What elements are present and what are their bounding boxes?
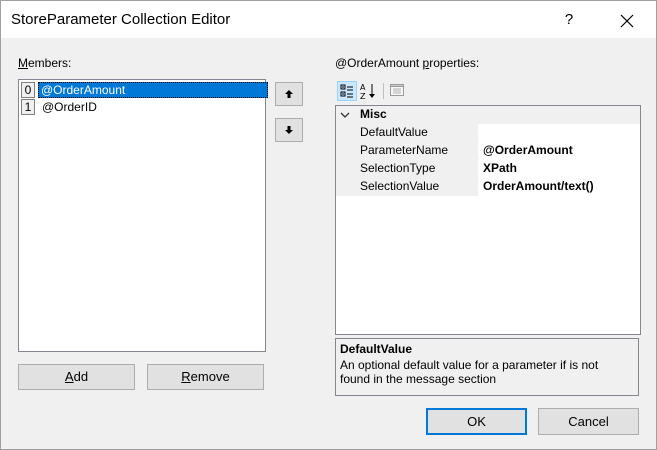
property-row[interactable]: ParameterName @OrderAmount — [336, 142, 640, 160]
property-value[interactable] — [479, 124, 640, 142]
remove-button-label: emove — [190, 369, 230, 384]
property-name: SelectionValue — [356, 178, 478, 196]
members-list[interactable]: 0 @OrderAmount 1 @OrderID — [18, 79, 268, 352]
property-name: ParameterName — [356, 142, 478, 160]
add-button-label: dd — [73, 369, 89, 384]
close-button[interactable] — [608, 1, 646, 38]
property-name: DefaultValue — [356, 124, 478, 142]
close-icon — [620, 14, 634, 28]
member-index: 0 — [21, 82, 35, 98]
svg-text:Z: Z — [360, 92, 366, 101]
svg-text:A: A — [360, 83, 366, 92]
alphabetical-icon: A Z — [360, 83, 375, 101]
ok-button[interactable]: OK — [426, 408, 527, 435]
arrow-down-icon — [285, 126, 293, 134]
list-item[interactable]: 0 @OrderAmount — [21, 82, 268, 98]
category-row-misc[interactable]: Misc — [336, 106, 640, 124]
member-index: 1 — [21, 99, 35, 115]
remove-button[interactable]: Remove — [147, 364, 264, 390]
property-grid[interactable]: Misc DefaultValue ParameterName @OrderAm… — [335, 105, 641, 335]
add-button[interactable]: Add — [18, 364, 135, 390]
property-row[interactable]: DefaultValue — [336, 124, 640, 142]
grid-gutter — [336, 106, 356, 124]
property-value[interactable]: OrderAmount/text() — [479, 178, 640, 196]
categorized-icon — [340, 84, 353, 98]
description-text: An optional default value for a paramete… — [340, 358, 599, 386]
member-name: @OrderAmount — [38, 82, 268, 98]
properties-label: @OrderAmount properties: — [335, 56, 479, 70]
add-button-mnemonic: A — [64, 369, 74, 384]
arrow-up-icon — [285, 90, 293, 98]
property-pages-icon — [390, 84, 404, 96]
description-title: DefaultValue — [340, 342, 413, 356]
property-name: SelectionType — [356, 160, 478, 178]
chevron-down-icon[interactable] — [340, 110, 350, 120]
help-icon: ? — [564, 11, 574, 28]
grid-gutter — [336, 124, 356, 142]
members-label-mnemonic: M — [18, 56, 28, 70]
grid-gutter — [336, 142, 356, 160]
property-pages-button[interactable] — [388, 81, 408, 101]
members-label-text: embers: — [28, 56, 72, 70]
cancel-button[interactable]: Cancel — [538, 408, 639, 435]
property-value[interactable]: XPath — [479, 160, 640, 178]
categorized-button[interactable] — [337, 81, 357, 101]
collection-editor-dialog: StoreParameter Collection Editor ? Membe… — [0, 0, 657, 450]
alphabetical-button[interactable]: A Z — [359, 81, 379, 101]
help-button[interactable]: ? — [553, 1, 585, 38]
list-item[interactable]: 1 @OrderID — [21, 99, 265, 115]
move-up-button[interactable] — [275, 82, 303, 106]
property-grid-toolbar: A Z — [335, 79, 640, 103]
toolbar-separator — [383, 83, 384, 99]
category-label: Misc — [356, 106, 640, 124]
description-panel: DefaultValue An optional default value f… — [335, 338, 639, 396]
title-bar: StoreParameter Collection Editor ? — [1, 1, 656, 38]
move-down-button[interactable] — [275, 118, 303, 142]
property-row[interactable]: SelectionValue OrderAmount/text() — [336, 178, 640, 196]
grid-gutter — [336, 178, 356, 196]
dialog-title: StoreParameter Collection Editor — [11, 11, 231, 28]
grid-gutter — [336, 160, 356, 178]
properties-label-suffix: roperties: — [429, 56, 480, 70]
remove-button-mnemonic: R — [181, 369, 191, 384]
members-label: Members: — [18, 56, 71, 70]
property-value[interactable]: @OrderAmount — [479, 142, 640, 160]
property-row[interactable]: SelectionType XPath — [336, 160, 640, 178]
member-name: @OrderID — [42, 100, 97, 114]
properties-label-prefix: @OrderAmount — [335, 56, 423, 70]
